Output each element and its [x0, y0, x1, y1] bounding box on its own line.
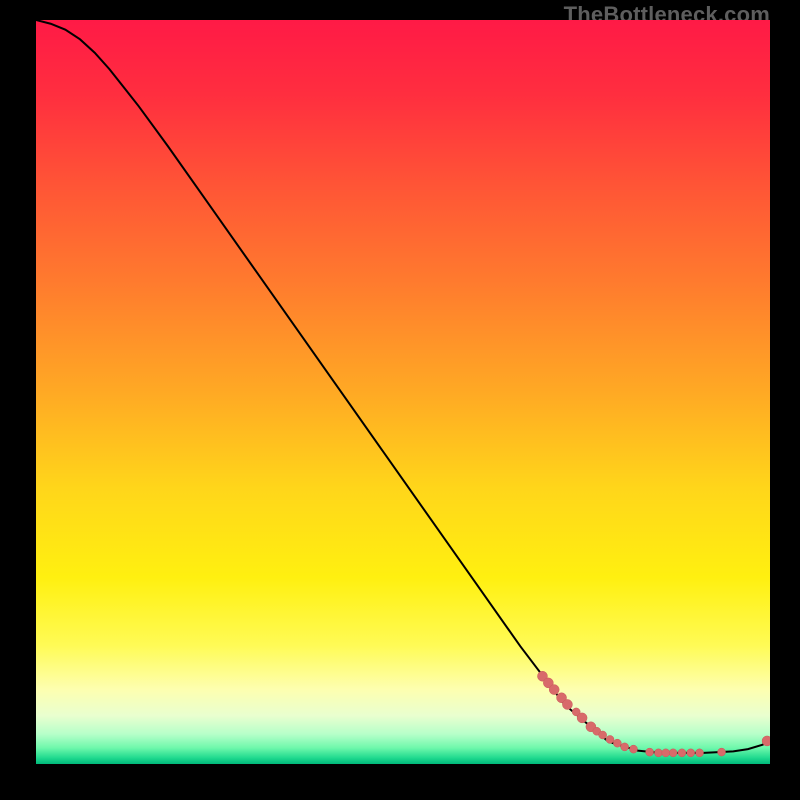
data-point: [669, 749, 677, 757]
chart-container: TheBottleneck.com: [0, 0, 800, 800]
data-point: [613, 739, 621, 747]
data-point: [762, 736, 770, 746]
data-point: [562, 699, 572, 709]
chart-svg: [36, 20, 770, 764]
data-point: [621, 743, 629, 751]
data-point: [606, 735, 614, 743]
data-point: [696, 749, 704, 757]
gradient-background: [36, 20, 770, 764]
data-point: [718, 748, 726, 756]
data-point: [599, 731, 607, 739]
data-point: [629, 745, 637, 753]
data-point: [646, 748, 654, 756]
data-point: [662, 749, 670, 757]
data-point: [577, 713, 587, 723]
data-point: [549, 685, 559, 695]
data-point: [678, 749, 686, 757]
data-point: [654, 749, 662, 757]
data-point: [687, 749, 695, 757]
